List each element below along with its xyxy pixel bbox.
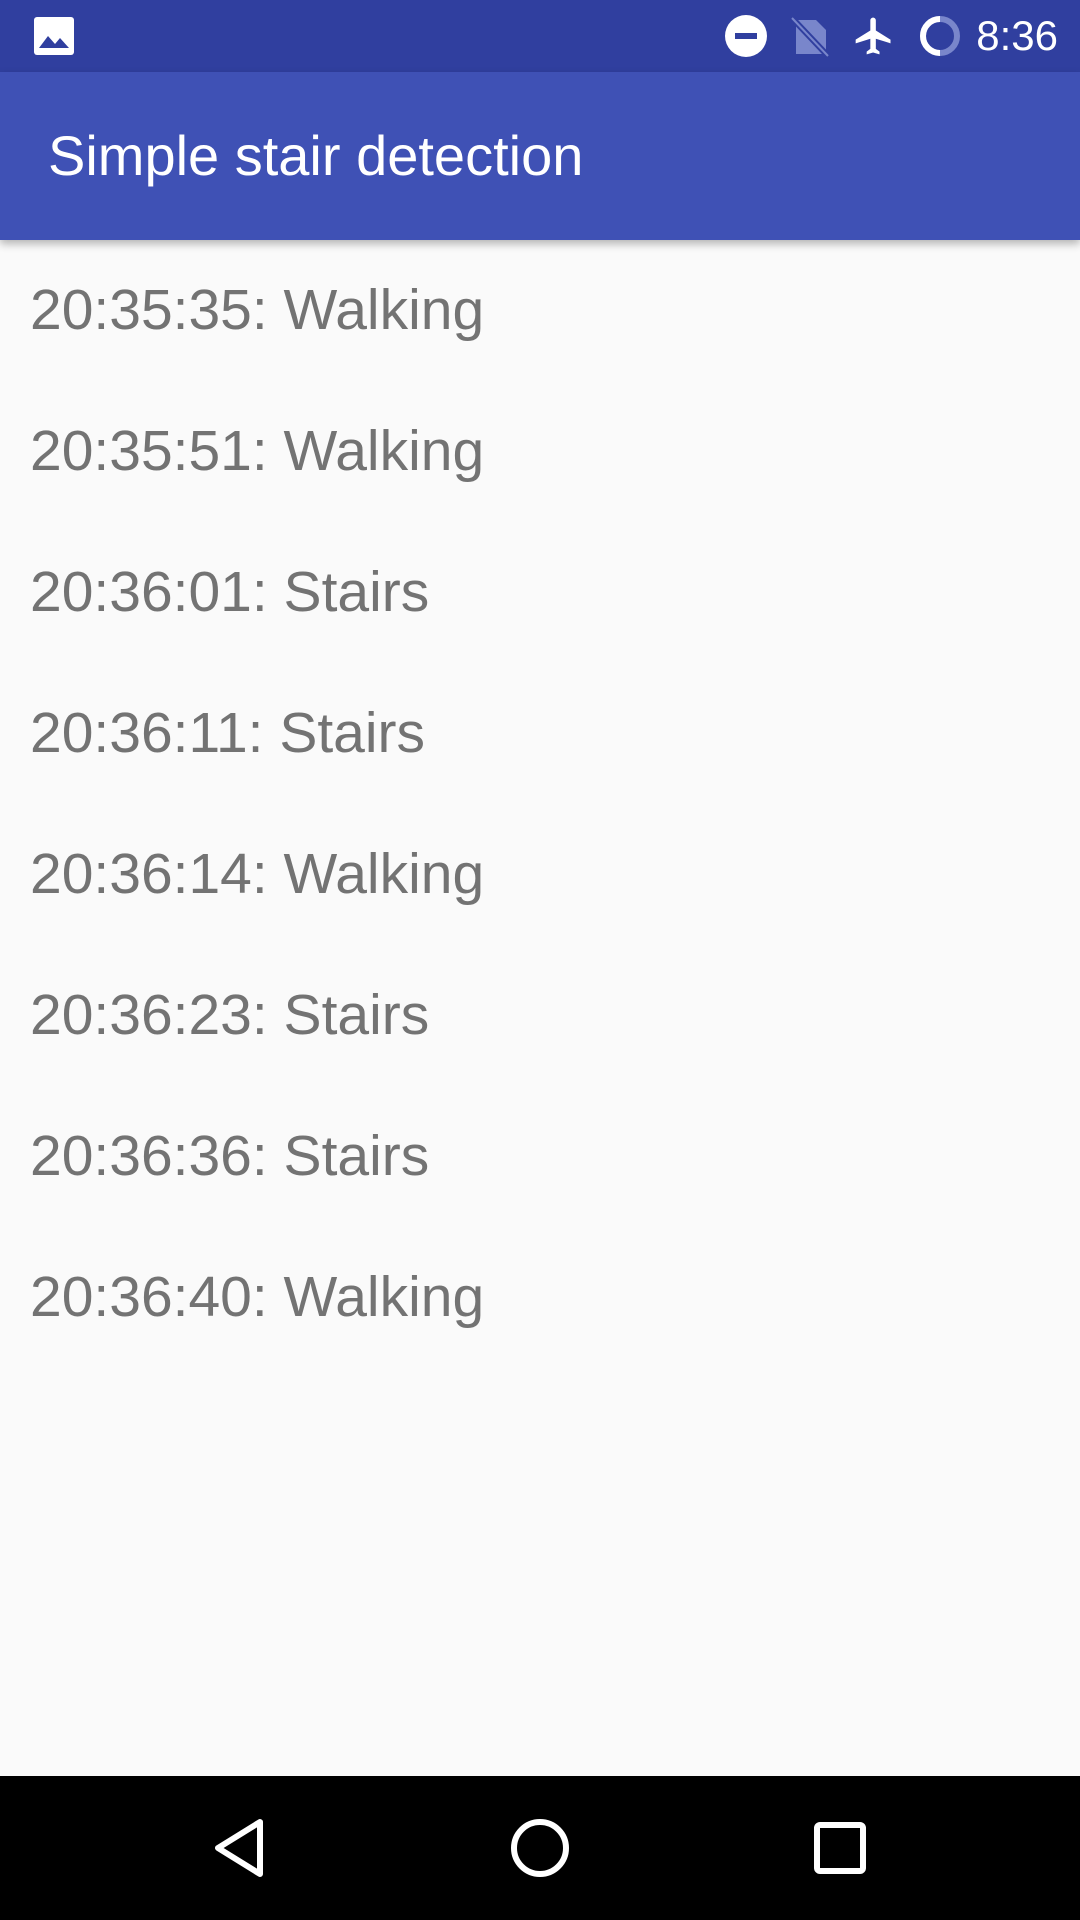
back-icon: [215, 1819, 263, 1877]
list-item[interactable]: 20:36:23: Stairs: [0, 945, 1080, 1086]
recents-icon: [814, 1822, 866, 1874]
home-button[interactable]: [468, 1776, 612, 1920]
app-title: Simple stair detection: [48, 124, 584, 187]
battery-charging-icon: [918, 14, 962, 58]
image-notification-icon: [34, 17, 74, 55]
status-bar: 8:36: [0, 0, 1080, 72]
no-sim-icon: [790, 14, 831, 58]
list-item[interactable]: 20:36:36: Stairs: [0, 1086, 1080, 1227]
list-item[interactable]: 20:36:01: Stairs: [0, 522, 1080, 663]
airplane-mode-icon: [852, 14, 896, 58]
activity-log-list[interactable]: 20:35:35: Walking 20:35:51: Walking 20:3…: [0, 240, 1080, 1368]
status-icons: 8:36: [702, 0, 1058, 72]
list-item[interactable]: 20:36:11: Stairs: [0, 663, 1080, 804]
screen: 8:36 Simple stair detection 20:35:35: Wa…: [0, 0, 1080, 1920]
list-item[interactable]: 20:35:35: Walking: [0, 240, 1080, 381]
back-button[interactable]: [168, 1776, 312, 1920]
app-bar: Simple stair detection: [0, 72, 1080, 240]
list-item[interactable]: 20:36:14: Walking: [0, 804, 1080, 945]
home-icon: [511, 1819, 569, 1877]
status-time: 8:36: [976, 12, 1058, 59]
do-not-disturb-icon: [724, 14, 768, 58]
list-item[interactable]: 20:35:51: Walking: [0, 381, 1080, 522]
navigation-bar: [0, 1776, 1080, 1920]
recents-button[interactable]: [768, 1776, 912, 1920]
list-item[interactable]: 20:36:40: Walking: [0, 1227, 1080, 1368]
